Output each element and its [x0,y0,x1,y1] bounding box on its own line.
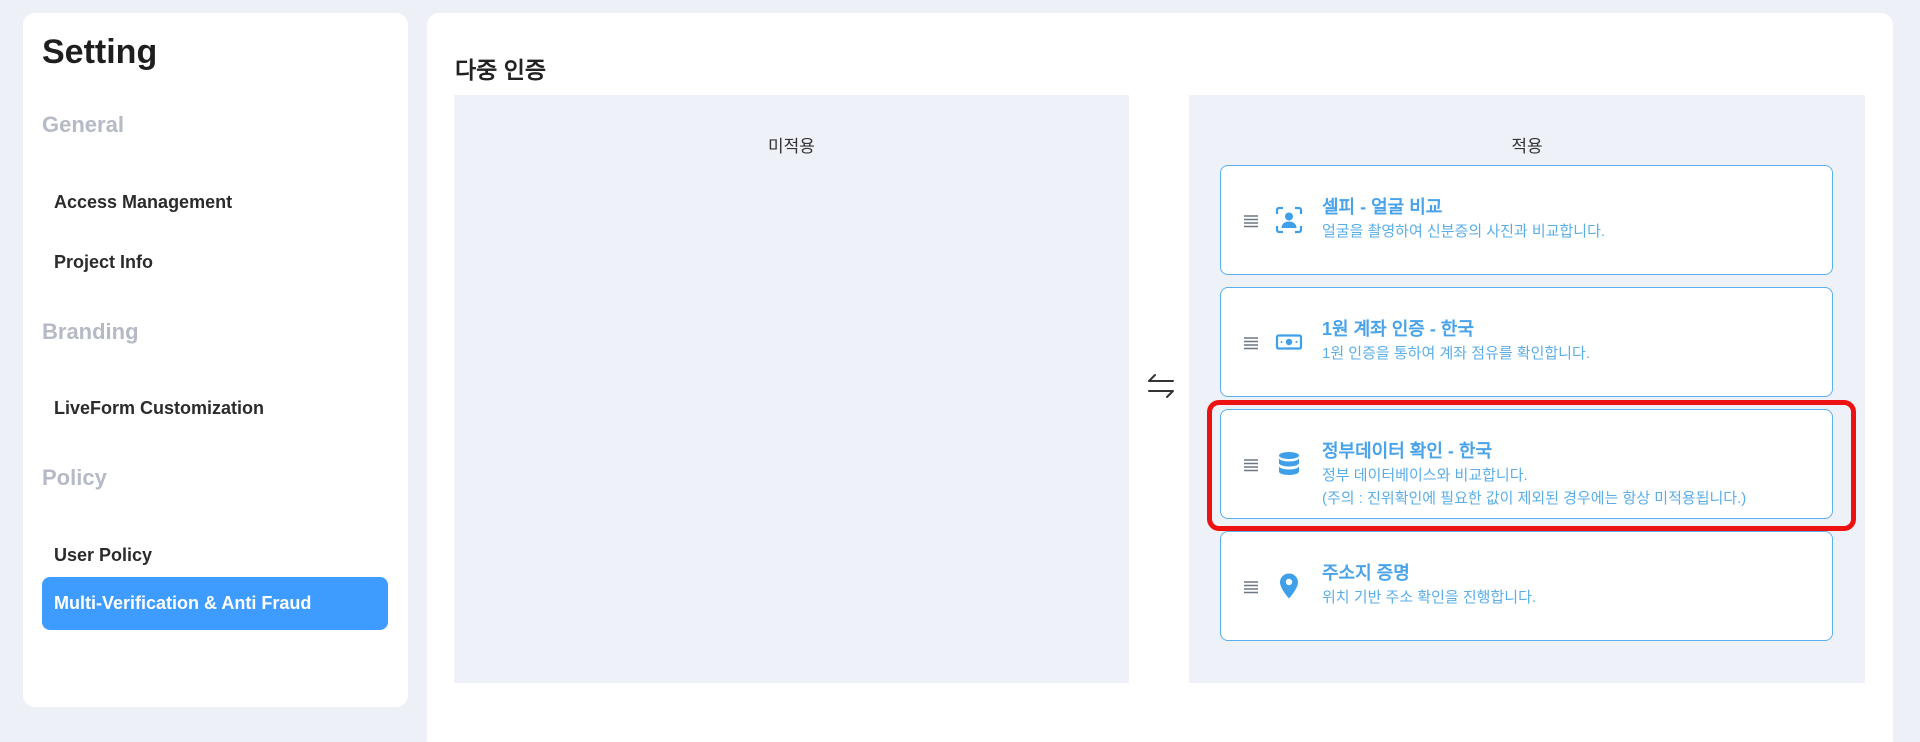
card-description: 위치 기반 주소 확인을 진행합니다. [1322,589,1537,606]
drag-handle-icon[interactable] [1243,335,1259,351]
nav-item-access-management[interactable]: Access Management [42,176,388,229]
card-title: 주소지 증명 [1322,563,1410,583]
card-description: 1원 인증을 통하여 계좌 점유를 확인합니다. [1322,345,1590,362]
nav-item-project-info[interactable]: Project Info [42,236,388,289]
card-description: 얼굴을 촬영하여 신분증의 사진과 비교합니다. [1322,223,1606,240]
applied-panel: 적용 셀피 - 얼굴 비교 얼굴을 촬영하여 신분증의 사진과 비교합니다. 1… [1189,95,1865,683]
nav-item-multi-verification[interactable]: Multi-Verification & Anti Fraud [42,577,388,630]
section-label-branding: Branding [42,319,139,344]
section-label-general: General [42,112,124,137]
section-label-policy: Policy [42,465,107,490]
main-content: 다중 인증 미적용 적용 셀피 - 얼굴 비교 얼굴을 촬영하여 신분증의 사진… [427,13,1893,742]
sidebar-title: Setting [42,33,158,71]
applied-panel-header: 적용 [1511,137,1543,156]
page-title: 다중 인증 [455,57,547,83]
location-pin-icon [1280,573,1298,599]
settings-sidebar: Setting General Access Management Projec… [23,13,408,707]
drag-handle-icon[interactable] [1243,213,1259,229]
nav-item-liveform-customization[interactable]: LiveForm Customization [42,382,388,435]
swap-arrows-icon[interactable] [1143,368,1179,404]
face-scan-icon [1275,206,1303,234]
verification-card-bank-account[interactable]: 1원 계좌 인증 - 한국 1원 인증을 통하여 계좌 점유를 확인합니다. [1220,287,1833,397]
card-title: 셀피 - 얼굴 비교 [1322,197,1443,217]
unapplied-panel[interactable]: 미적용 [454,95,1129,683]
verification-card-selfie[interactable]: 셀피 - 얼굴 비교 얼굴을 촬영하여 신분증의 사진과 비교합니다. [1220,165,1833,275]
card-title: 1원 계좌 인증 - 한국 [1322,319,1474,339]
drag-handle-icon[interactable] [1243,579,1259,595]
highlight-annotation-box [1207,400,1856,531]
money-bill-icon [1275,334,1303,350]
unapplied-panel-header: 미적용 [768,137,815,156]
verification-card-address-proof[interactable]: 주소지 증명 위치 기반 주소 확인을 진행합니다. [1220,531,1833,641]
nav-item-user-policy[interactable]: User Policy [42,529,388,582]
